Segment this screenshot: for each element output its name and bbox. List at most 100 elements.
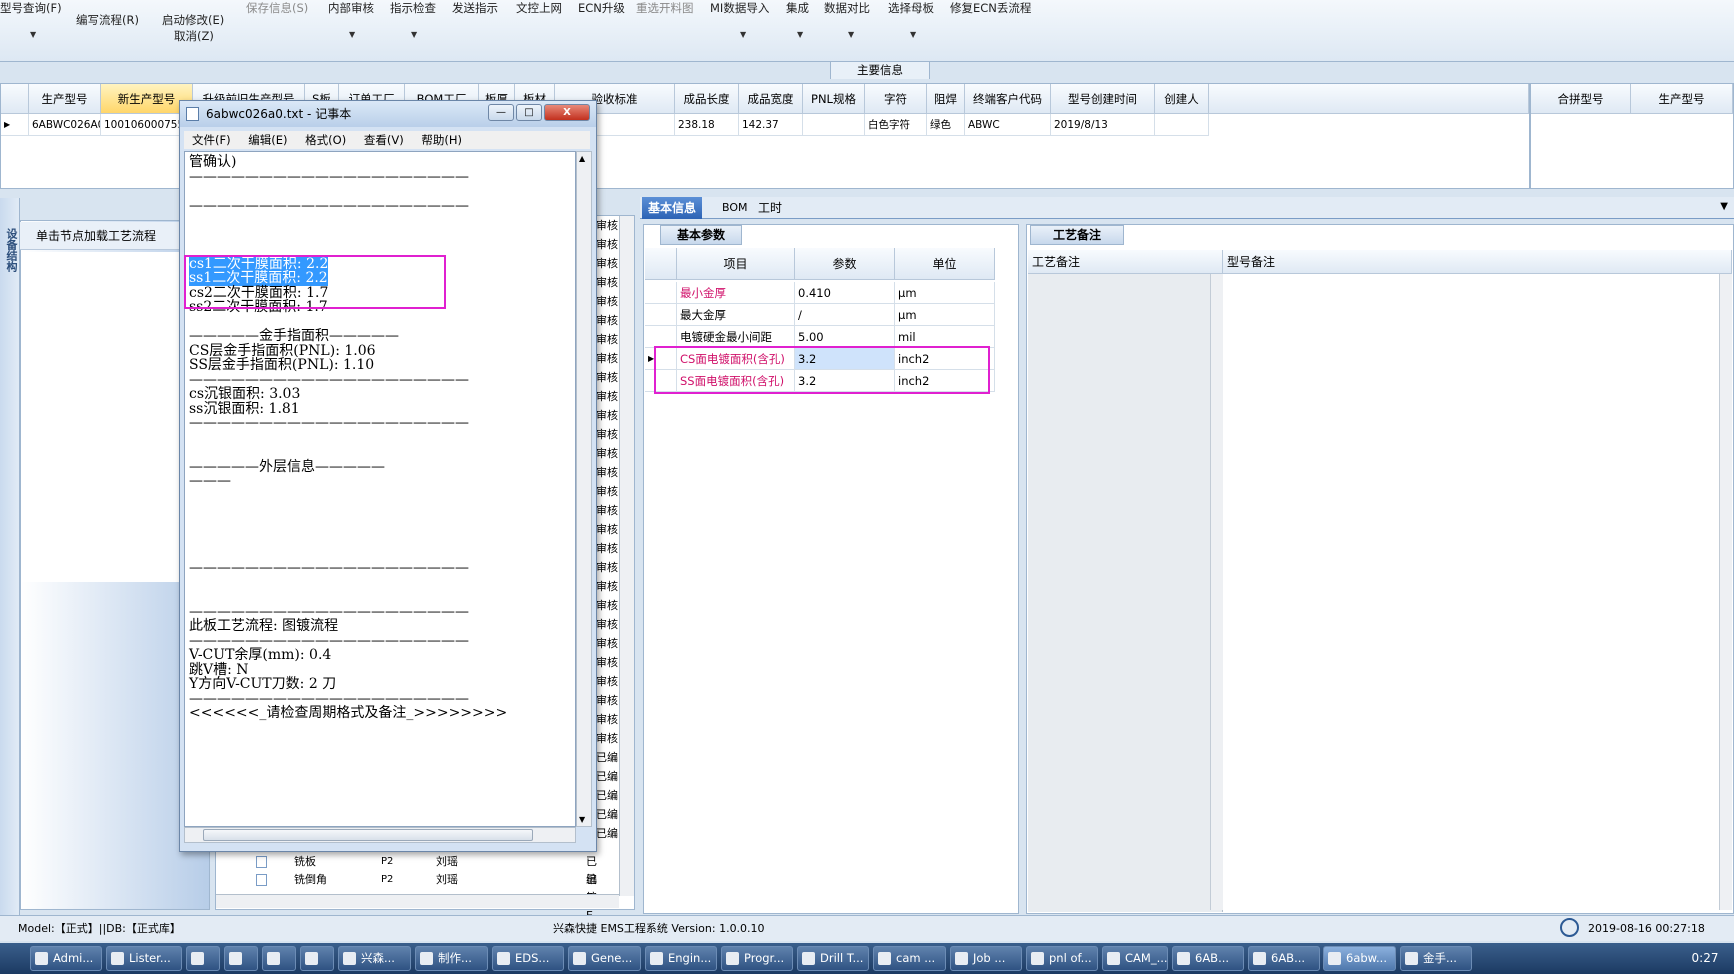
taskbar-item[interactable]: 制作... xyxy=(415,946,488,971)
col-header[interactable]: 型号创建时间 xyxy=(1051,84,1155,114)
param-value[interactable]: / xyxy=(795,304,895,326)
col-header[interactable]: 成品长度 xyxy=(675,84,739,114)
param-item[interactable]: 最大金厚 xyxy=(677,304,795,326)
taskbar-item[interactable]: cam ... xyxy=(873,946,946,971)
notepad-hscroll[interactable] xyxy=(184,827,576,843)
scroll-down-icon[interactable]: ▼ xyxy=(579,815,585,824)
taskbar-item[interactable] xyxy=(262,946,296,971)
chevron-down-icon[interactable]: ▼ xyxy=(411,30,417,39)
grid-cell[interactable]: 6ABWC026A0 xyxy=(29,114,101,136)
chevron-down-icon[interactable]: ▼ xyxy=(848,30,854,39)
col-header[interactable]: 合拼型号 xyxy=(1531,84,1631,114)
col-header[interactable]: 终端客户代码 xyxy=(965,84,1051,114)
grid-cell[interactable]: 238.18 xyxy=(675,114,739,136)
toolbar-data-compare[interactable]: 数据对比 xyxy=(824,0,870,16)
taskbar-item[interactable]: 6AB... xyxy=(1172,946,1244,971)
col-header[interactable]: 参数 xyxy=(795,248,895,280)
param-value[interactable]: 5.00 xyxy=(795,326,895,348)
col-header[interactable]: 生产型号 xyxy=(1631,84,1733,114)
taskbar-item[interactable]: EDS... xyxy=(492,946,564,971)
taskbar-item[interactable]: pnl of... xyxy=(1026,946,1098,971)
grid-cell[interactable]: 白色字符 xyxy=(865,114,927,136)
taskbar-item[interactable]: 6abw... xyxy=(1323,946,1396,971)
toolbar-start-modify[interactable]: 启动修改(E) xyxy=(162,12,224,28)
row-indicator[interactable] xyxy=(645,282,677,304)
param-unit[interactable]: mil xyxy=(895,326,995,348)
toolbar-instruction-check[interactable]: 指示检查 xyxy=(390,0,436,16)
toolbar-internal-review[interactable]: 内部审核 xyxy=(328,0,374,16)
taskbar-item[interactable] xyxy=(300,946,334,971)
toolbar-doc-online[interactable]: 文控上网 xyxy=(516,0,562,16)
tree-vscroll[interactable] xyxy=(619,216,634,896)
row-indicator-icon[interactable]: ▶ xyxy=(1,114,29,136)
grid-cell[interactable] xyxy=(803,114,865,136)
taskbar-item[interactable]: Progr... xyxy=(721,946,793,971)
menu-view[interactable]: 查看(V) xyxy=(364,131,404,149)
taskbar-item[interactable]: CAM_... xyxy=(1102,946,1168,971)
toolbar-cancel[interactable]: 取消(Z) xyxy=(174,28,214,44)
tab-bom[interactable]: BOM xyxy=(716,197,754,219)
menu-format[interactable]: 格式(O) xyxy=(305,131,346,149)
left-strip-label[interactable]: 设备结构 xyxy=(3,228,19,272)
tab-basic-params[interactable]: 基本参数 xyxy=(660,225,742,245)
col-header[interactable]: 成品宽度 xyxy=(739,84,803,114)
minimize-button[interactable]: — xyxy=(488,104,514,121)
remark-vscroll[interactable] xyxy=(1210,274,1223,910)
taskbar-item[interactable] xyxy=(186,946,220,971)
toolbar-write-flow[interactable]: 编写流程(R) xyxy=(76,12,139,28)
taskbar-item[interactable]: Admi... xyxy=(30,946,102,971)
toolbar-ecn-upgrade[interactable]: ECN升级 xyxy=(578,0,625,16)
model-remark-vscroll[interactable] xyxy=(1719,274,1732,910)
param-unit[interactable]: μm xyxy=(895,304,995,326)
tree-hscroll[interactable] xyxy=(216,894,619,908)
table-row[interactable]: 铣倒角 P2 刘瑶 已编E xyxy=(216,871,597,922)
toolbar-select-mother-board[interactable]: 选择母板 xyxy=(888,0,934,16)
tab-work-hours[interactable]: 工时 xyxy=(752,197,788,219)
col-header[interactable]: 工艺备注 xyxy=(1028,250,1223,274)
table-row[interactable]: 铣板 P2 刘瑶 已编E xyxy=(216,853,597,904)
grid-cell[interactable] xyxy=(1155,114,1209,136)
taskbar-item[interactable]: Engin... xyxy=(645,946,717,971)
col-header[interactable]: PNL规格 xyxy=(803,84,865,114)
chevron-down-icon[interactable]: ▼ xyxy=(349,30,355,39)
tab-process-remarks[interactable]: 工艺备注 xyxy=(1030,225,1124,245)
taskbar-item[interactable]: Job ... xyxy=(950,946,1022,971)
notepad-window[interactable]: 6abwc026a0.txt - 记事本 — □ X 文件(F) 编辑(E) 格… xyxy=(179,100,597,852)
col-header[interactable]: 单位 xyxy=(895,248,995,280)
toolbar-repair-ecn[interactable]: 修复ECN丢流程 xyxy=(950,0,1031,16)
menu-file[interactable]: 文件(F) xyxy=(192,131,231,149)
grid-cell[interactable]: 142.37 xyxy=(739,114,803,136)
grid-cell[interactable]: 2019/8/13 xyxy=(1051,114,1155,136)
param-value[interactable]: 0.410 xyxy=(795,282,895,304)
row-indicator[interactable] xyxy=(645,304,677,326)
taskbar-item[interactable]: Gene... xyxy=(568,946,641,971)
col-header[interactable]: 阻焊 xyxy=(927,84,965,114)
taskbar-item[interactable]: 兴森... xyxy=(338,946,411,971)
taskbar-item[interactable]: 6AB... xyxy=(1248,946,1320,971)
toolbar-mi-import[interactable]: MI数据导入 xyxy=(710,0,769,16)
tray-clock[interactable]: 0:27 xyxy=(1680,943,1730,974)
toolbar-reselect-cutting[interactable]: 重选开料图 xyxy=(636,0,694,16)
notepad-vscroll[interactable]: ▲ ▼ xyxy=(576,151,592,827)
taskbar-item[interactable]: Lister... xyxy=(106,946,182,971)
notepad-text-area[interactable]: 管确认) ———————————————————— ————————————————… xyxy=(184,151,576,827)
row-indicator[interactable] xyxy=(645,326,677,348)
chevron-down-icon[interactable]: ▼ xyxy=(740,30,746,39)
col-header[interactable]: 项目 xyxy=(677,248,795,280)
tab-basic-info[interactable]: 基本信息 xyxy=(642,197,703,219)
chevron-down-icon[interactable]: ▼ xyxy=(1720,201,1728,212)
chevron-down-icon[interactable]: ▼ xyxy=(30,30,36,39)
param-item[interactable]: 最小金厚 xyxy=(677,282,795,304)
col-header[interactable]: 生产型号 xyxy=(29,84,101,114)
scroll-up-icon[interactable]: ▲ xyxy=(579,154,585,163)
col-header[interactable]: 字符 xyxy=(865,84,927,114)
col-header[interactable]: 创建人 xyxy=(1155,84,1209,114)
taskbar-item[interactable] xyxy=(224,946,258,971)
taskbar-item[interactable]: 金手... xyxy=(1400,946,1472,971)
grid-cell[interactable]: 绿色 xyxy=(927,114,965,136)
process-tree-area[interactable] xyxy=(22,252,202,582)
toolbar-send-instruction[interactable]: 发送指示 xyxy=(452,0,498,16)
grid-cell[interactable]: ABWC xyxy=(965,114,1051,136)
menu-edit[interactable]: 编辑(E) xyxy=(248,131,287,149)
chevron-down-icon[interactable]: ▼ xyxy=(797,30,803,39)
